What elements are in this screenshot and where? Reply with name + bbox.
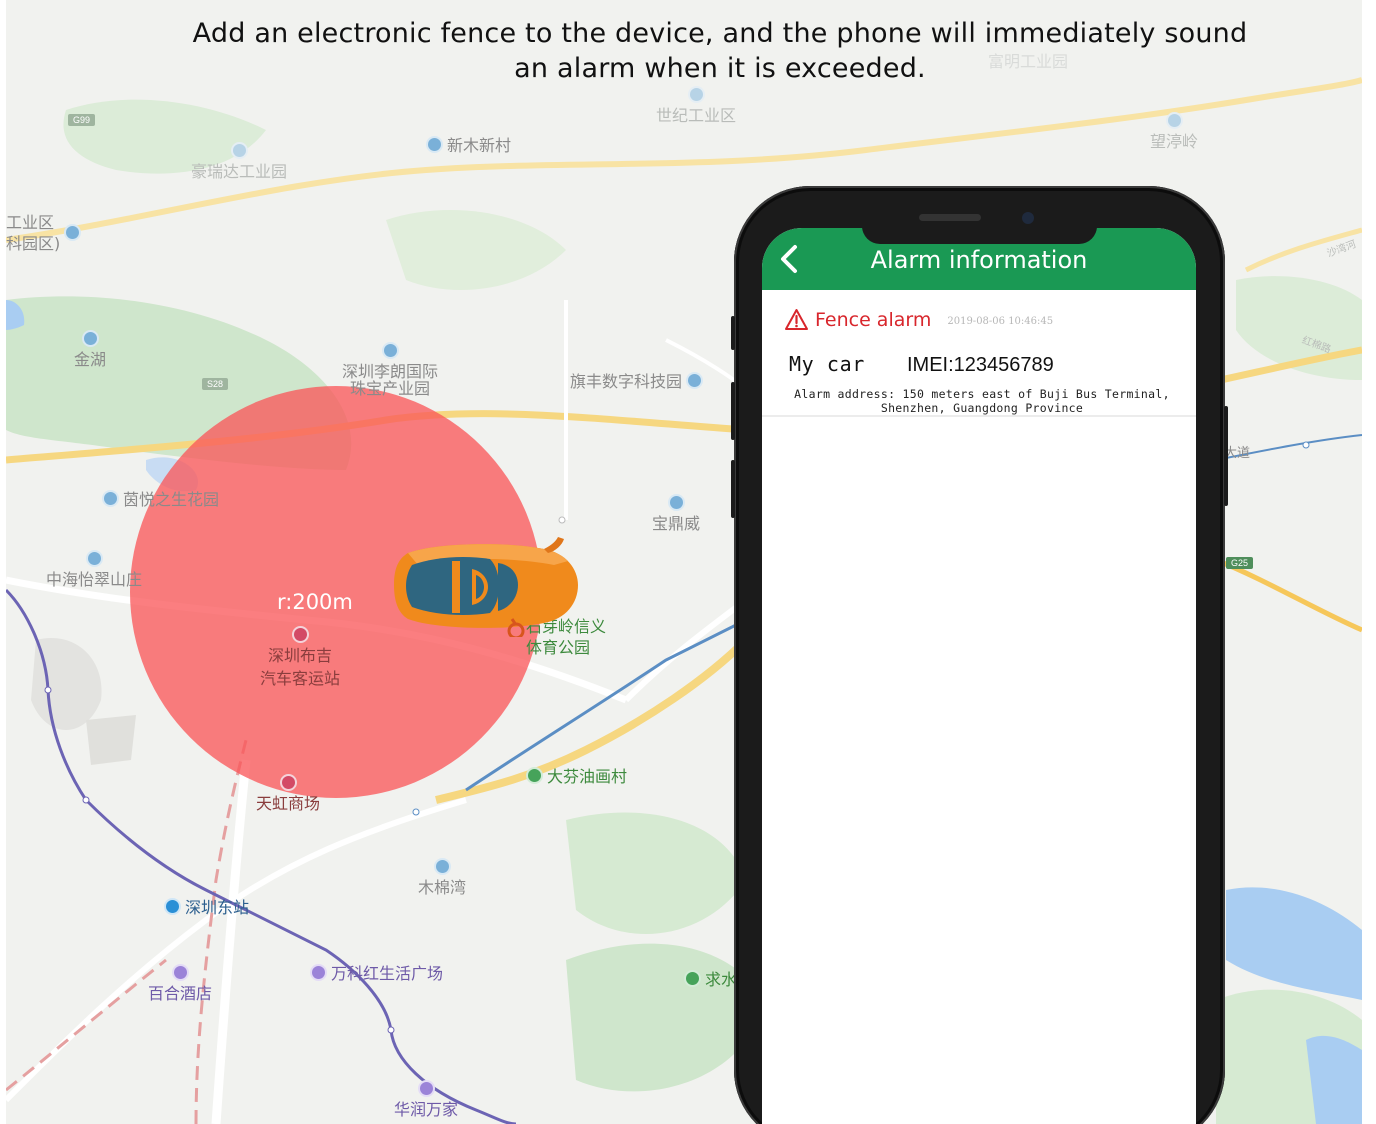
alarm-address-line-2: Shenzhen, Guangdong Province (880, 401, 1084, 415)
poi-shiji[interactable]: 世纪工业区 (656, 86, 736, 126)
poi-huarun[interactable]: 华润万家 (394, 1080, 458, 1120)
poi-tianhong[interactable]: 天虹商场 (256, 774, 320, 814)
map-pin-icon (1165, 112, 1183, 129)
device-imei: IMEI:123456789 (907, 354, 1054, 376)
alarm-address-line-1: Alarm address: 150 meters east of Buji B… (794, 387, 1170, 401)
alarm-type-row: Fence alarm 2019-08-06 10:46:45 (784, 308, 1053, 331)
road-badge-g99: G99 (68, 114, 96, 126)
alarm-address: Alarm address: 150 meters east of Buji B… (772, 387, 1192, 415)
phone-mockup: Alarm information Fence alarm 2019-08-06… (731, 186, 1228, 1124)
map-pin-icon (81, 330, 99, 347)
poi-buji-bus-terminal[interactable]: 深圳布吉 汽车客运站 (260, 626, 340, 689)
train-station-icon (164, 897, 181, 915)
shopping-icon (279, 774, 297, 791)
phone-power-button (1224, 406, 1228, 506)
poi-dafen[interactable]: 大芬油画村 (526, 763, 627, 787)
park-icon (526, 766, 543, 784)
map-pin-icon (102, 489, 119, 507)
poi-gongye[interactable]: 工业区 科园区) (6, 212, 82, 254)
device-name: My car (789, 352, 865, 376)
map-pin-icon (667, 494, 685, 511)
headline-line-1: Add an electronic fence to the device, a… (192, 18, 1248, 49)
headline-line-2: an alarm when it is exceeded. (514, 53, 926, 84)
shopping-icon (310, 963, 327, 981)
map-pin-icon (426, 135, 443, 153)
poi-baihe[interactable]: 百合酒店 (148, 964, 212, 1004)
map-pin-icon (433, 858, 451, 875)
map-pin-icon (686, 371, 704, 389)
fence-radius-label: r:200m (277, 590, 353, 614)
map-pin-icon (687, 86, 705, 103)
poi-qiushui[interactable]: 求水 (684, 966, 737, 990)
poi-liulang[interactable]: 深圳李朗国际 珠宝产业园 (342, 342, 438, 399)
alarm-timestamp: 2019-08-06 10:46:45 (947, 315, 1054, 327)
phone-volume-down (731, 460, 735, 518)
poi-xinmu[interactable]: 新木新村 (426, 132, 511, 156)
poi-yinyue[interactable]: 茵悦之生花园 (102, 486, 219, 510)
road-badge-g25: G25 (1226, 557, 1254, 569)
poi-qifeng[interactable]: 旗丰数字科技园 (570, 368, 704, 392)
phone-notch (862, 228, 1097, 244)
app-bar: Alarm information (762, 228, 1196, 290)
phone-camera (1022, 212, 1034, 224)
device-row: My car IMEI:123456789 (789, 352, 1054, 377)
map-pin-icon (64, 224, 82, 241)
shopping-icon (417, 1080, 435, 1097)
poi-wanke[interactable]: 万科红生活广场 (310, 960, 443, 984)
poi-baoding[interactable]: 宝鼎威 (652, 494, 700, 534)
poi-mumianwan[interactable]: 木棉湾 (418, 858, 466, 898)
road-badge-s28: S28 (202, 378, 229, 390)
poi-dongzhan[interactable]: 深圳东站 (164, 894, 249, 918)
phone-silent-switch (731, 316, 735, 350)
warning-triangle-icon (785, 309, 808, 330)
alarm-list-item[interactable]: Fence alarm 2019-08-06 10:46:45 My car I… (762, 290, 1196, 417)
bus-station-icon (291, 626, 309, 643)
phone-screen: Alarm information Fence alarm 2019-08-06… (762, 228, 1196, 1124)
alarm-type-label: Fence alarm (815, 308, 932, 331)
app-title: Alarm information (870, 246, 1088, 274)
map-pin-icon (85, 550, 103, 567)
hotel-icon (171, 964, 189, 981)
poi-haorui[interactable]: 豪瑞达工业园 (191, 142, 287, 182)
map-pin-icon (381, 342, 399, 359)
poi-jinhu[interactable]: 金湖 (74, 330, 106, 370)
poi-zhonghai[interactable]: 中海怡翠山庄 (46, 550, 142, 590)
car-icon[interactable] (394, 535, 580, 637)
park-icon (684, 969, 701, 987)
phone-speaker (919, 214, 981, 221)
phone-volume-up (731, 382, 735, 440)
poi-wangting[interactable]: 望渟岭 (1150, 112, 1198, 152)
headline: Add an electronic fence to the device, a… (0, 16, 1376, 86)
map-pin-icon (230, 142, 248, 159)
